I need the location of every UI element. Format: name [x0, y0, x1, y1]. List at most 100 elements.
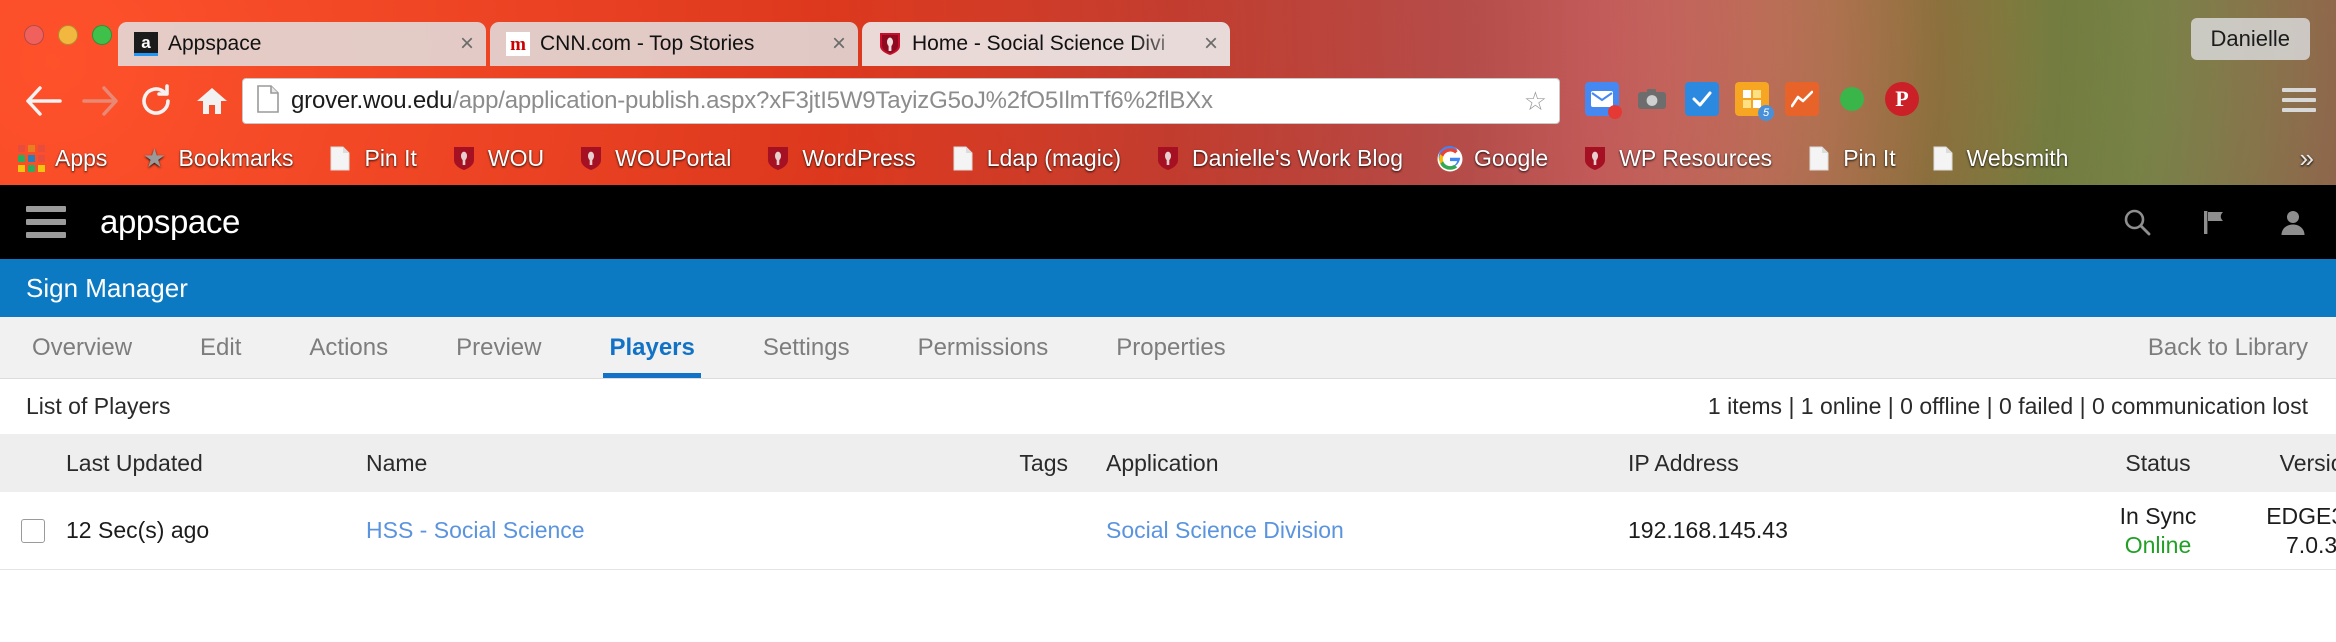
bookmark-label: Pin It [1843, 145, 1896, 171]
cell-last-updated: 12 Sec(s) ago [66, 517, 210, 543]
version-number: 7.0.32 [2286, 531, 2336, 558]
mail-extension-icon[interactable] [1585, 82, 1622, 119]
extension-badge: 5 [1758, 105, 1774, 121]
camera-extension-icon[interactable] [1635, 82, 1669, 116]
tab-label: Permissions [917, 333, 1049, 361]
home-icon[interactable] [184, 85, 240, 117]
star-icon[interactable]: ☆ [1524, 86, 1547, 117]
browser-chrome: a Appspace × m CNN.com - Top Stories × H… [0, 0, 2336, 185]
bookmark-ldap-magic[interactable]: Ldap (magic) [950, 145, 1121, 172]
list-title: List of Players [26, 393, 171, 419]
bookmark-wou[interactable]: WOU [451, 145, 544, 172]
column-header-name[interactable]: Name [366, 450, 978, 477]
pinterest-extension-icon[interactable]: P [1885, 82, 1919, 116]
header-icon-group [2122, 207, 2308, 237]
bookmark-wouportal[interactable]: WOUPortal [578, 145, 731, 172]
column-header-tags[interactable]: Tags [978, 450, 1068, 477]
tab-overview[interactable]: Overview [26, 317, 138, 378]
status-sync-label: In Sync [2119, 502, 2197, 529]
browser-tab-cnn[interactable]: m CNN.com - Top Stories × [490, 22, 858, 66]
close-window-button[interactable] [24, 25, 44, 45]
version-model: EDGE340 [2266, 502, 2336, 529]
tab-permissions[interactable]: Permissions [912, 317, 1055, 378]
reload-icon[interactable] [128, 83, 184, 119]
back-to-library-link[interactable]: Back to Library [2148, 317, 2336, 378]
tab-settings[interactable]: Settings [757, 317, 856, 378]
bookmark-bookmarks[interactable]: ★ Bookmarks [141, 143, 294, 173]
row-checkbox[interactable] [21, 518, 45, 543]
star-icon: ★ [142, 143, 167, 173]
puzzle-extension-icon[interactable]: 5 [1735, 82, 1774, 121]
column-header-application[interactable]: Application [1068, 450, 1628, 477]
tab-preview[interactable]: Preview [450, 317, 547, 378]
address-bar-url: grover.wou.edu/app/application-publish.a… [291, 87, 1514, 115]
extension-toolbar[interactable]: 5 P [1585, 82, 1919, 121]
tab-players[interactable]: Players [603, 317, 702, 378]
players-table: Last Updated Name Tags Application IP Ad… [0, 434, 2336, 570]
column-header-version[interactable]: Version [2240, 450, 2336, 477]
tab-properties[interactable]: Properties [1110, 317, 1231, 378]
forward-arrow-icon[interactable] [72, 84, 128, 118]
browser-tab-strip[interactable]: a Appspace × m CNN.com - Top Stories × H… [118, 18, 1234, 66]
application-link[interactable]: Social Science Division [1106, 517, 1344, 543]
apps-grid-icon [17, 145, 45, 172]
page-document-icon [950, 146, 976, 172]
green-dot-extension-icon[interactable] [1835, 82, 1869, 116]
flag-icon[interactable] [2200, 207, 2230, 237]
bookmark-google[interactable]: Google [1437, 145, 1548, 172]
back-arrow-icon[interactable] [16, 84, 72, 118]
wou-shield-icon [1582, 146, 1608, 172]
tab-actions[interactable]: Actions [303, 317, 394, 378]
bookmark-pin-it-2[interactable]: Pin It [1806, 145, 1896, 172]
browser-tab-social-science[interactable]: Home - Social Science Divi × [862, 22, 1230, 66]
column-header-status[interactable]: Status [2076, 450, 2240, 477]
bookmark-websmith[interactable]: Websmith [1930, 145, 2069, 172]
profile-name: Danielle [2210, 26, 2291, 51]
window-traffic-lights[interactable] [24, 25, 112, 45]
chrome-menu-icon[interactable] [2282, 88, 2316, 118]
cell-name[interactable]: HSS - Social Science [366, 517, 978, 544]
bookmark-pin-it-1[interactable]: Pin It [327, 145, 417, 172]
tab-edit[interactable]: Edit [194, 317, 247, 378]
hamburger-menu-icon[interactable] [26, 206, 66, 238]
row-checkbox-cell[interactable] [0, 518, 66, 543]
bookmark-label: Websmith [1966, 145, 2069, 171]
bookmark-danielles-work-blog[interactable]: Danielle's Work Blog [1155, 145, 1403, 172]
appspace-logo[interactable]: appspace [100, 203, 240, 241]
cell-application[interactable]: Social Science Division [1068, 517, 1628, 544]
appspace-a-icon: a [134, 32, 158, 56]
bookmark-label: Pin It [364, 145, 417, 171]
wou-shield-icon [578, 146, 604, 172]
app-tab-bar[interactable]: Overview Edit Actions Preview Players Se… [0, 317, 2336, 379]
bookmark-wordpress[interactable]: WordPress [765, 145, 916, 172]
address-bar[interactable]: grover.wou.edu/app/application-publish.a… [242, 78, 1560, 124]
user-account-icon[interactable] [2278, 207, 2308, 237]
table-header-row: Last Updated Name Tags Application IP Ad… [0, 434, 2336, 492]
close-icon[interactable]: × [832, 32, 846, 56]
tab-label: Properties [1116, 333, 1226, 361]
minimize-window-button[interactable] [58, 25, 78, 45]
bookmarks-bar[interactable]: Apps ★ Bookmarks Pin It WOU WOUPortal Wo… [0, 132, 2336, 185]
search-icon[interactable] [2122, 207, 2152, 237]
close-icon[interactable]: × [1204, 32, 1218, 56]
bookmark-label: WordPress [802, 145, 916, 171]
page-document-icon [327, 146, 353, 172]
profile-button[interactable]: Danielle [2190, 18, 2310, 60]
chart-extension-icon[interactable] [1785, 82, 1819, 116]
tab-label: Settings [762, 333, 850, 361]
page-title: Sign Manager [26, 272, 188, 303]
close-icon[interactable]: × [460, 32, 474, 56]
checkmark-extension-icon[interactable] [1685, 82, 1719, 116]
wou-shield-icon [878, 32, 902, 56]
column-header-ip-address[interactable]: IP Address [1628, 450, 2076, 477]
wou-shield-icon [451, 146, 477, 172]
zoom-window-button[interactable] [92, 25, 112, 45]
table-row[interactable]: 12 Sec(s) ago HSS - Social Science Socia… [0, 492, 2336, 570]
browser-toolbar: grover.wou.edu/app/application-publish.a… [0, 70, 2336, 132]
player-name-link[interactable]: HSS - Social Science [366, 517, 585, 543]
bookmarks-overflow-button[interactable]: » [2300, 143, 2314, 174]
browser-tab-appspace[interactable]: a Appspace × [118, 22, 486, 66]
bookmark-wp-resources[interactable]: WP Resources [1582, 145, 1772, 172]
column-header-last-updated[interactable]: Last Updated [66, 450, 366, 477]
bookmark-apps[interactable]: Apps [17, 145, 107, 172]
